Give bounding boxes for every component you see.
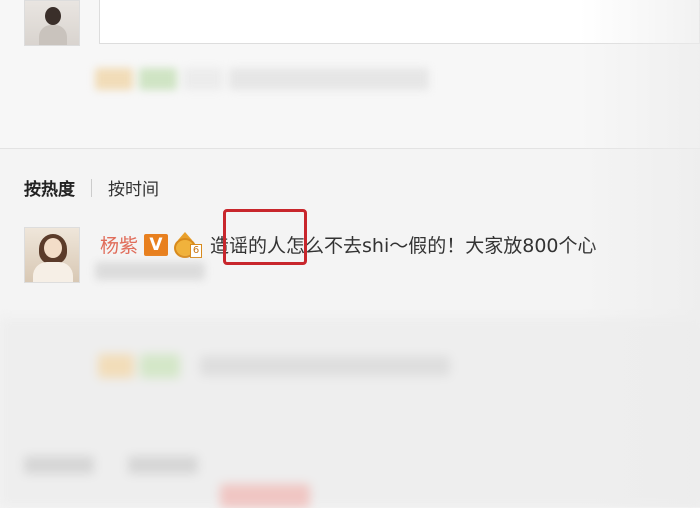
comment-input[interactable] xyxy=(99,0,700,44)
blurred-comment-actions xyxy=(95,262,205,280)
tab-sort-by-hot[interactable]: 按热度 xyxy=(24,175,75,200)
tab-sort-by-time[interactable]: 按时间 xyxy=(108,175,159,200)
comment-sort-bar: 按热度 按时间 xyxy=(24,175,159,200)
comment-text: 人怎么不去shi～假的！大家放800个心 xyxy=(267,235,597,257)
section-divider xyxy=(0,148,700,149)
annotation-highlight-box xyxy=(223,209,307,265)
verified-v-icon: V xyxy=(144,233,169,256)
vip-crown-icon: 6 xyxy=(172,231,203,258)
blurred-toolbar xyxy=(95,68,429,90)
commenter-avatar[interactable] xyxy=(24,227,80,283)
blurred-lower-content xyxy=(0,318,700,508)
tab-separator xyxy=(91,178,92,197)
user-avatar[interactable] xyxy=(24,0,80,46)
commenter-name[interactable]: 杨紫 xyxy=(100,231,138,258)
comment-content: 杨紫 V 6 造谣的 人怎么不去shi～假的！大家放800个心 xyxy=(100,231,597,258)
vip-level: 6 xyxy=(190,243,203,258)
composer-area xyxy=(0,0,700,148)
